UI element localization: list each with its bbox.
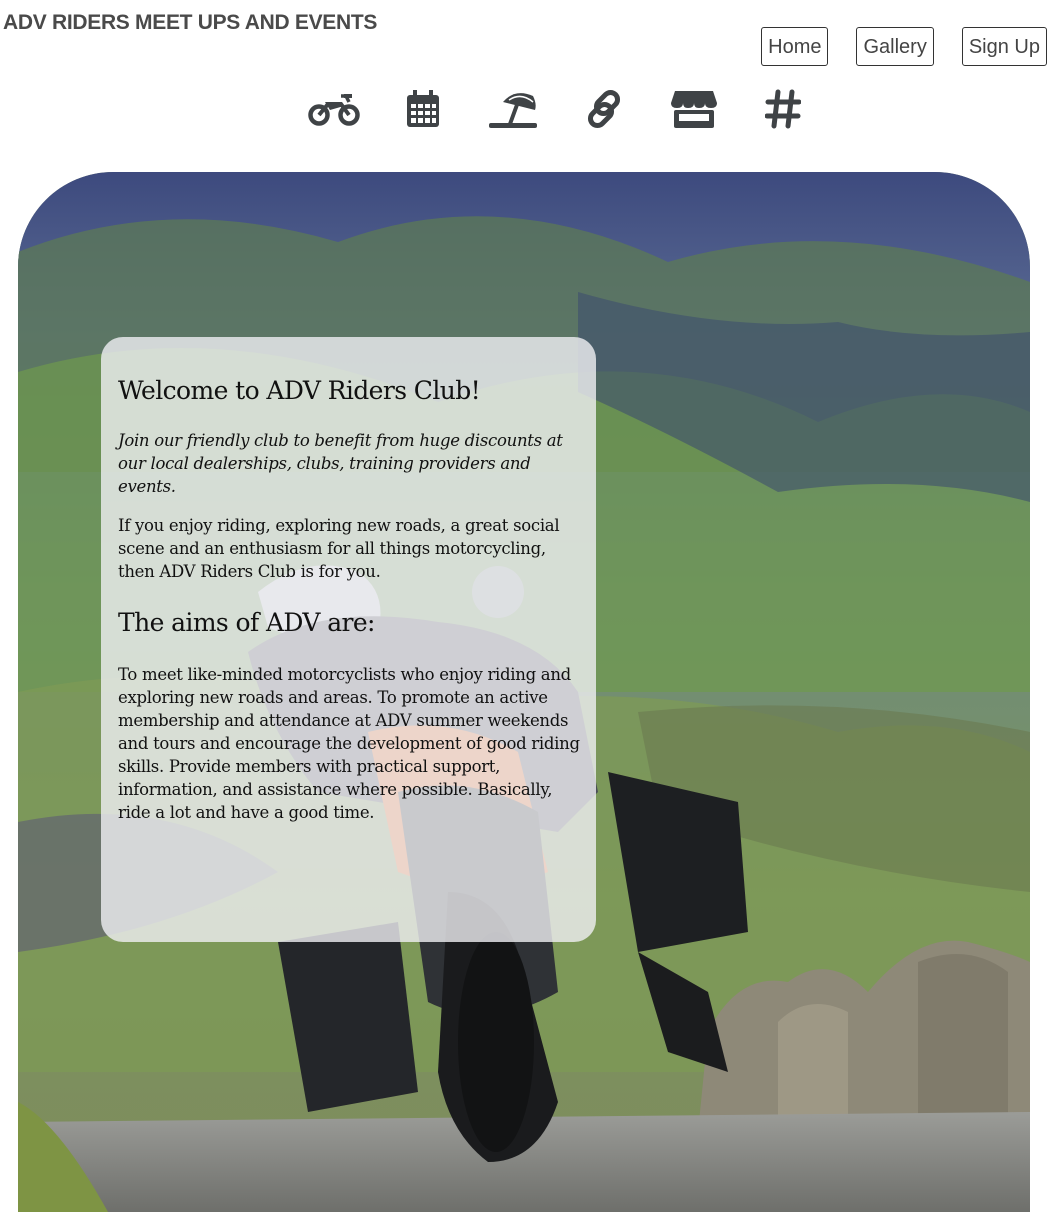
home-button[interactable]: Home [761, 27, 829, 66]
welcome-body: If you enjoy riding, exploring new roads… [118, 516, 560, 581]
top-nav: Home Gallery Sign Up [761, 27, 1047, 66]
link-icon[interactable] [582, 86, 626, 132]
welcome-card: Welcome to ADV Riders Club! Join our fri… [101, 337, 596, 942]
beach-umbrella-icon[interactable] [486, 86, 540, 132]
hashtag-icon[interactable] [764, 86, 802, 132]
store-icon[interactable] [670, 86, 718, 132]
motorcycle-icon[interactable] [307, 86, 361, 132]
aims-heading: The aims of ADV are: [118, 608, 375, 637]
aims-text: To meet like-minded motorcyclists who en… [118, 665, 580, 822]
signup-button[interactable]: Sign Up [961, 27, 1047, 66]
calendar-icon[interactable] [404, 86, 442, 132]
gallery-button[interactable]: Gallery [856, 27, 934, 66]
site-title: ADV RIDERS MEET UPS AND EVENTS [3, 11, 378, 34]
icon-nav-bar [0, 86, 1057, 132]
welcome-intro: Join our friendly club to benefit from h… [118, 431, 563, 496]
welcome-heading: Welcome to ADV Riders Club! [118, 376, 481, 405]
